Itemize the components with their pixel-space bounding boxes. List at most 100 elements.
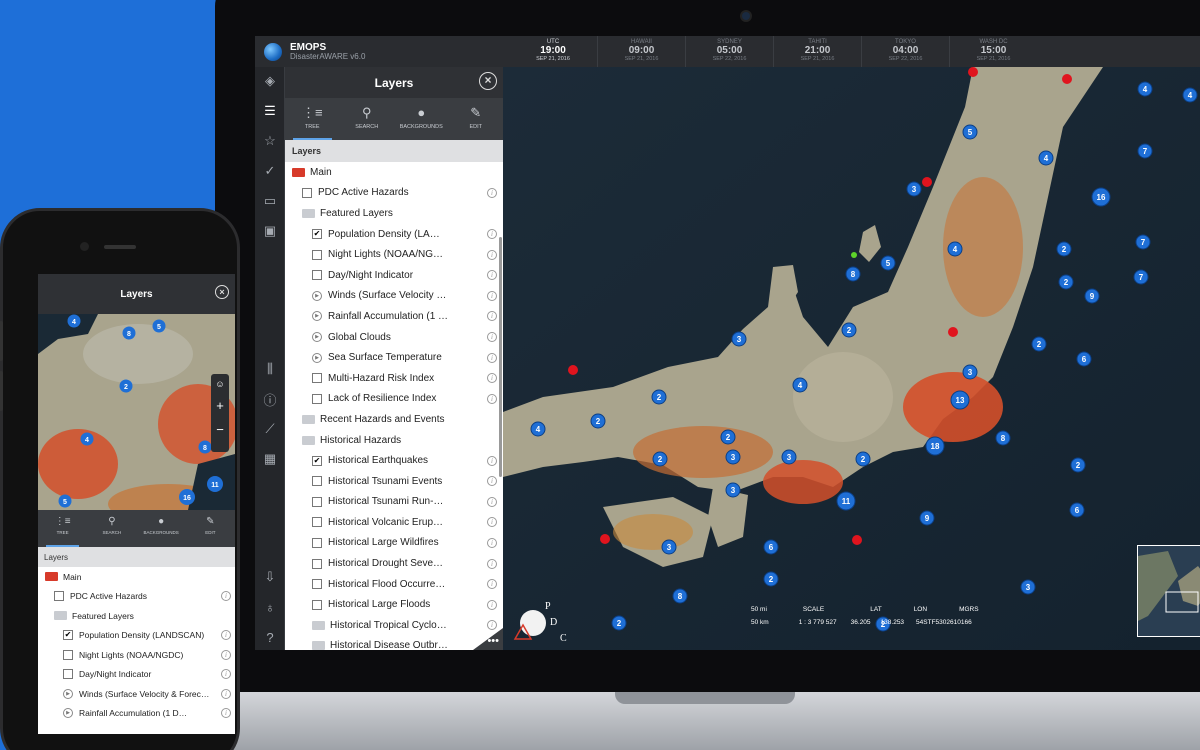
cluster-marker[interactable]: 3 (661, 539, 677, 555)
folder-open-icon[interactable] (292, 167, 305, 177)
info-icon[interactable]: i (487, 352, 497, 363)
folder-icon[interactable] (312, 620, 325, 630)
layer-row[interactable]: Night Lights (NOAA/NG… i (285, 244, 503, 265)
checkbox-checked-icon[interactable]: ✔ (312, 229, 322, 240)
cluster-marker[interactable]: 16 (179, 489, 195, 505)
info-icon[interactable]: i (487, 249, 497, 260)
clock-tokyo[interactable]: TOKYO 04:00 SEP 22, 2016 (861, 36, 949, 67)
info-icon[interactable]: i (487, 496, 497, 507)
cluster-marker[interactable]: 2 (763, 571, 779, 587)
cluster-marker[interactable]: 5 (58, 494, 72, 508)
checkbox-icon[interactable] (312, 373, 322, 384)
cluster-marker[interactable]: 8 (122, 326, 136, 340)
tv-icon[interactable]: ▭ (255, 189, 285, 213)
clock-tahiti[interactable]: TAHITI 21:00 SEP 21, 2016 (773, 36, 861, 67)
cluster-marker[interactable]: 3 (1020, 579, 1036, 595)
folder-icon[interactable] (302, 414, 315, 424)
cluster-marker[interactable]: 8 (198, 440, 212, 454)
info-icon[interactable]: i (221, 688, 231, 699)
play-icon[interactable]: ▶ (312, 352, 322, 363)
cluster-marker[interactable]: 2 (611, 615, 627, 631)
play-icon[interactable]: ▶ (63, 688, 73, 699)
cluster-marker[interactable]: 4 (947, 241, 963, 257)
close-icon[interactable]: × (479, 72, 497, 90)
layer-row[interactable]: Main (38, 567, 235, 587)
hazard-marker[interactable] (851, 252, 857, 258)
layer-row[interactable]: Historical Tsunami Events i (285, 471, 503, 492)
layer-row[interactable]: PDC Active Hazards i (38, 587, 235, 607)
pegman-icon[interactable]: ☺ (211, 374, 229, 394)
checkbox-icon[interactable] (302, 187, 312, 198)
tab-tree[interactable]: ⋮≡ TREE (38, 510, 87, 547)
overview-minimap[interactable] (1137, 545, 1200, 637)
cluster-marker[interactable]: 2 (855, 451, 871, 467)
info-icon[interactable]: i (487, 476, 497, 487)
cluster-marker[interactable]: 9 (919, 510, 935, 526)
layer-row[interactable]: Day/Night Indicator i (38, 665, 235, 685)
clock-utc[interactable]: UTC 19:00 SEP 21, 2016 (509, 36, 597, 67)
cluster-marker[interactable]: 2 (119, 379, 133, 393)
cluster-marker[interactable]: 2 (652, 451, 668, 467)
layer-row[interactable]: ✔ Population Density (LANDSCAN) i (38, 626, 235, 646)
info-icon[interactable]: i (487, 537, 497, 548)
cluster-marker[interactable]: 5 (152, 319, 166, 333)
cluster-marker[interactable]: 4 (80, 432, 94, 446)
cluster-marker[interactable]: 3 (731, 331, 747, 347)
hazard-marker[interactable] (968, 67, 978, 77)
checkbox-checked-icon[interactable]: ✔ (63, 630, 73, 641)
info-icon[interactable]: i (487, 517, 497, 528)
info-icon[interactable]: i (487, 270, 497, 281)
layer-row[interactable]: Day/Night Indicator i (285, 265, 503, 286)
tab-backgrounds[interactable]: ● BACKGROUNDS (137, 510, 186, 547)
tab-edit[interactable]: ✎ EDIT (186, 510, 235, 547)
cluster-marker[interactable]: 2 (1031, 336, 1047, 352)
info-icon[interactable]: i (487, 311, 497, 322)
hazard-marker[interactable] (922, 177, 932, 187)
cluster-marker[interactable]: 6 (763, 539, 779, 555)
cluster-marker[interactable]: 6 (1076, 351, 1092, 367)
zoom-out-button[interactable]: − (211, 418, 229, 442)
tab-tree[interactable]: ⋮≡ TREE (285, 98, 340, 140)
layers-icon[interactable]: ☰ (255, 99, 285, 123)
layer-row[interactable]: Historical Disease Outbr… (285, 636, 503, 650)
cluster-marker[interactable]: 16 (1091, 187, 1111, 207)
cluster-marker[interactable]: 8 (995, 430, 1011, 446)
info-icon[interactable]: i (221, 669, 231, 680)
checkbox-icon[interactable] (312, 579, 322, 590)
info-icon[interactable]: i (221, 591, 231, 602)
layer-row[interactable]: ✔ Population Density (LA… i (285, 224, 503, 245)
twitter-icon[interactable]: ✓ (255, 159, 285, 183)
cluster-marker[interactable]: 7 (1137, 143, 1153, 159)
layer-row[interactable]: ▶ Rainfall Accumulation (1 D… i (38, 704, 235, 724)
layer-row[interactable]: Historical Hazards (285, 430, 503, 451)
info-icon[interactable]: i (487, 620, 497, 631)
cluster-marker[interactable]: 3 (725, 482, 741, 498)
layer-row[interactable]: ▶ Sea Surface Temperature i (285, 347, 503, 368)
layer-row[interactable]: Featured Layers (38, 606, 235, 626)
cluster-marker[interactable]: 2 (841, 322, 857, 338)
cluster-marker[interactable]: 2 (1070, 457, 1086, 473)
cluster-marker[interactable]: 11 (207, 476, 223, 492)
cluster-marker[interactable]: 6 (1069, 502, 1085, 518)
layer-row[interactable]: Historical Volcanic Erup… i (285, 512, 503, 533)
measure-icon[interactable]: ⟋ (255, 417, 285, 441)
cluster-marker[interactable]: 8 (845, 266, 861, 282)
info-icon[interactable]: i (487, 187, 497, 198)
star-icon[interactable]: ☆ (255, 129, 285, 153)
layer-row[interactable]: Historical Tropical Cyclo… i (285, 615, 503, 636)
play-icon[interactable]: ▶ (312, 311, 322, 322)
info-icon[interactable]: i (487, 332, 497, 343)
cluster-marker[interactable]: 4 (1038, 150, 1054, 166)
folder-open-icon[interactable] (45, 572, 58, 582)
cluster-marker[interactable]: 3 (781, 449, 797, 465)
cluster-marker[interactable]: 9 (1084, 288, 1100, 304)
hazard-marker[interactable] (568, 365, 578, 375)
map-view[interactable]: 4 4 5 7 4 16 7 3 2 2 7 4 8 5 9 2 2 3 6 4 3 2 13 8 18 2 4 2 3 3 2 2 11 9 6 3… (503, 67, 1200, 650)
cluster-marker[interactable]: 13 (950, 390, 970, 410)
buildings-icon[interactable]: ▦ (255, 447, 285, 471)
hazards-icon[interactable]: ◈ (255, 69, 285, 93)
hazard-marker[interactable] (1062, 74, 1072, 84)
info-icon[interactable]: i (487, 599, 497, 610)
layer-row[interactable]: Night Lights (NOAA/NGDC) i (38, 645, 235, 665)
layer-row[interactable]: Main (285, 162, 503, 183)
